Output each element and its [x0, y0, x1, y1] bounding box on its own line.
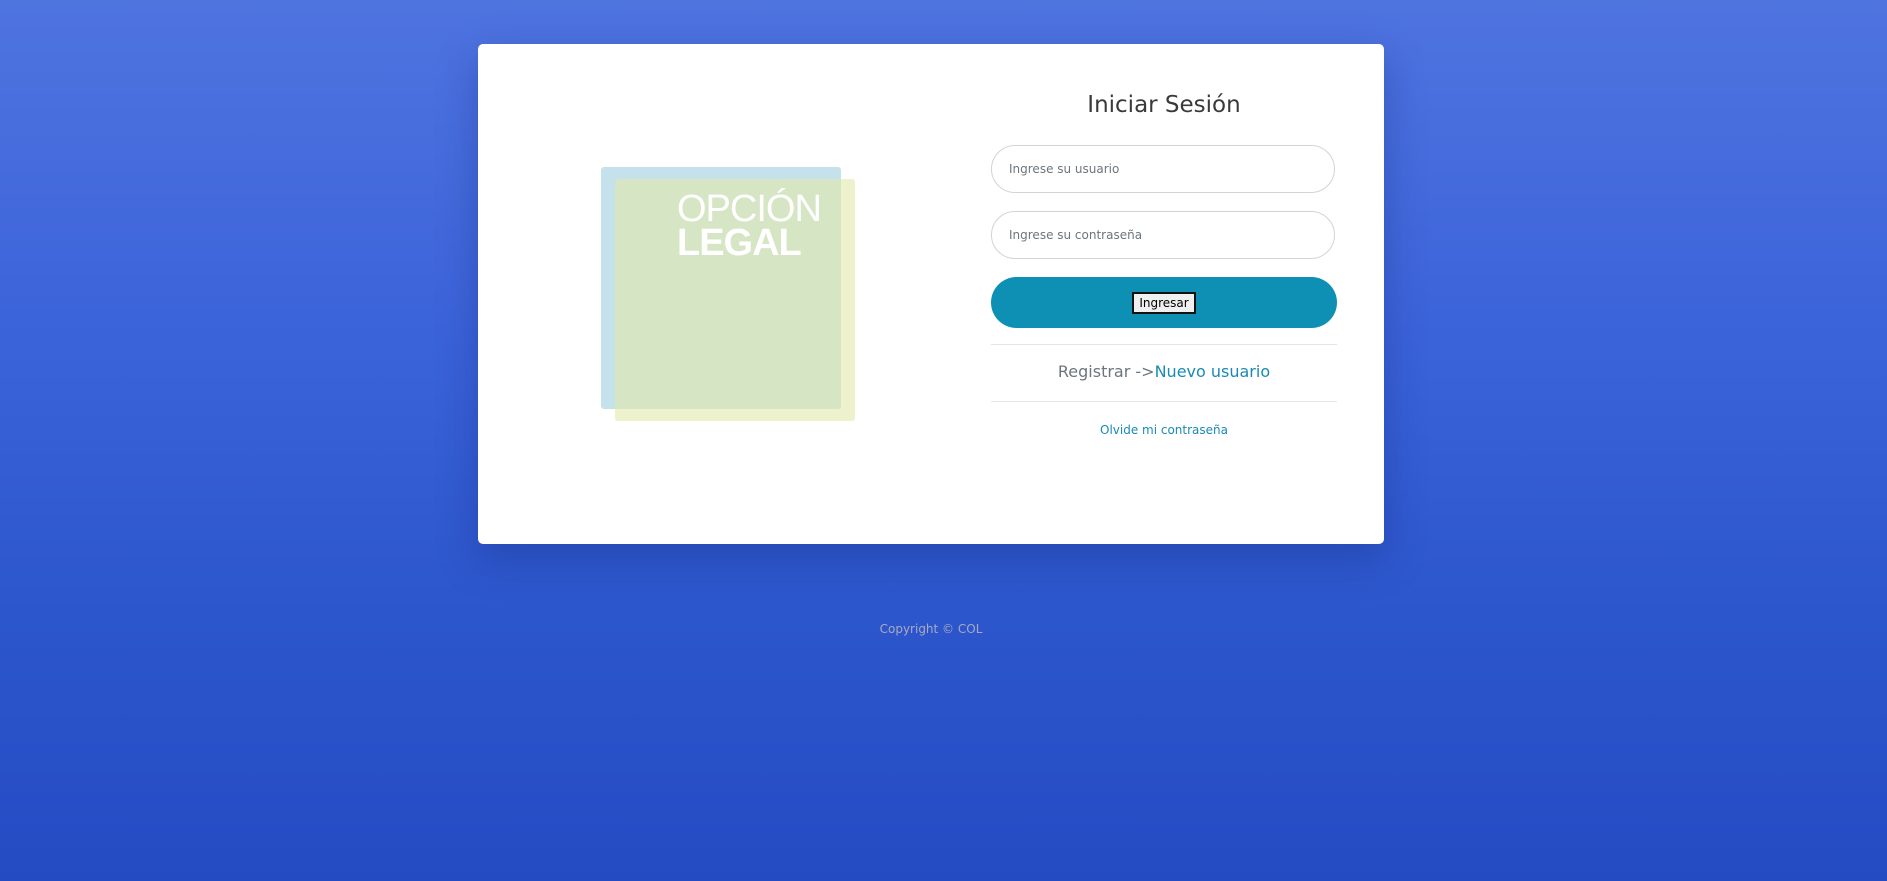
logo-line-2: LEGAL — [677, 222, 802, 264]
login-card: OPCIÓN LEGAL Iniciar Sesión Ingresar Reg… — [478, 44, 1384, 544]
login-title: Iniciar Sesión — [1087, 92, 1241, 118]
submit-button-container[interactable]: Ingresar — [991, 277, 1337, 328]
opcion-legal-logo: OPCIÓN LEGAL — [601, 167, 857, 423]
forgot-row: Olvide mi contraseña — [991, 423, 1337, 437]
password-input[interactable] — [991, 211, 1335, 259]
new-user-link[interactable]: Nuevo usuario — [1155, 362, 1271, 381]
submit-button[interactable]: Ingresar — [1132, 291, 1196, 314]
register-row: Registrar ->Nuevo usuario — [991, 362, 1337, 381]
logo-text: OPCIÓN LEGAL — [677, 188, 822, 264]
divider — [991, 344, 1337, 345]
username-input[interactable] — [991, 145, 1335, 193]
forgot-password-link[interactable]: Olvide mi contraseña — [1100, 423, 1228, 437]
copyright-footer: Copyright © COL — [879, 622, 983, 636]
divider — [991, 401, 1337, 402]
register-prefix: Registrar -> — [1057, 362, 1155, 381]
logo-line-1: OPCIÓN — [677, 188, 822, 230]
